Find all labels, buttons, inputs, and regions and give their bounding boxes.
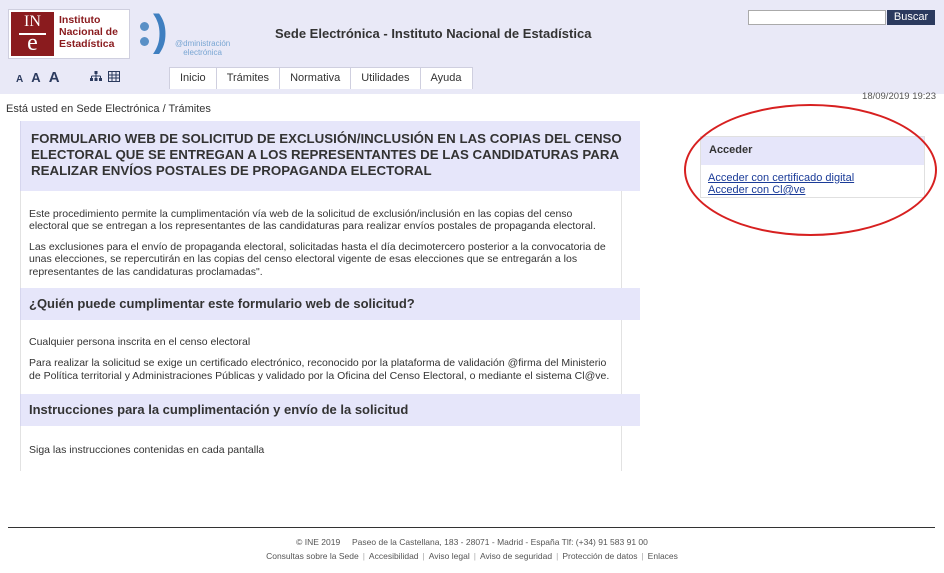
footer-link-aviso-seguridad[interactable]: Aviso de seguridad	[480, 551, 552, 561]
footer-sep: |	[473, 551, 476, 561]
search-button[interactable]: Buscar	[887, 10, 935, 25]
admin-logo-line-1: @dministración	[175, 39, 231, 48]
who-heading: ¿Quién puede cumplimentar este formulari…	[20, 288, 640, 321]
footer-link-proteccion-datos[interactable]: Protección de datos	[562, 551, 637, 561]
ine-logo[interactable]: IN e Instituto Nacional de Estadística	[8, 9, 130, 59]
intro-section: Este procedimiento permite la cumpliment…	[20, 191, 622, 289]
instructions-heading: Instrucciones para la cumplimentación y …	[20, 394, 640, 427]
intro-paragraph-2: Las exclusiones para el envío de propaga…	[29, 240, 606, 278]
ine-logo-mark: IN e	[11, 12, 54, 56]
search-input[interactable]	[748, 10, 886, 25]
font-size-large-button[interactable]: A	[49, 69, 60, 86]
footer-link-consultas[interactable]: Consultas sobre la Sede	[266, 551, 359, 561]
page-title: FORMULARIO WEB DE SOLICITUD DE EXCLUSIÓN…	[20, 121, 640, 191]
logo-line-1: Instituto	[59, 14, 101, 26]
logo-mark-bottom: e	[27, 30, 38, 56]
site-title: Sede Electrónica - Instituto Nacional de…	[275, 26, 592, 41]
main-nav: Inicio Trámites Normativa Utilidades Ayu…	[169, 67, 473, 89]
main-content: FORMULARIO WEB DE SOLICITUD DE EXCLUSIÓN…	[20, 121, 640, 471]
logo-mark-top: IN	[24, 13, 41, 30]
footer-divider	[8, 527, 935, 528]
font-size-small-button[interactable]: A	[16, 74, 23, 85]
sitemap-icon[interactable]	[90, 71, 102, 82]
admin-logo-line-2: electrónica	[183, 48, 222, 57]
who-paragraph-2: Para realizar la solicitud se exige un c…	[29, 357, 610, 382]
tab-inicio[interactable]: Inicio	[169, 67, 217, 89]
datetime: 18/09/2019 19:23	[862, 91, 936, 102]
footer-sep: |	[362, 551, 365, 561]
logo-text: Instituto Nacional de Estadística	[59, 14, 118, 50]
who-paragraph-1: Cualquier persona inscrita en el censo e…	[29, 336, 251, 349]
administracion-electronica-logo[interactable]: ) @dministración electrónica	[137, 6, 242, 61]
intro-paragraph-1: Este procedimiento permite la cumpliment…	[29, 208, 596, 233]
instructions-paragraph: Siga las instrucciones contenidas en cad…	[29, 444, 265, 457]
footer-address: © INE 2019 Paseo de la Castellana, 183 -…	[296, 537, 648, 547]
font-size-medium-button[interactable]: A	[31, 70, 40, 85]
breadcrumb-separator: /	[162, 103, 166, 115]
tab-normativa[interactable]: Normativa	[279, 67, 352, 89]
footer-link-enlaces[interactable]: Enlaces	[648, 551, 678, 561]
smile-paren-icon: )	[153, 6, 168, 55]
instructions-section: Siga las instrucciones contenidas en cad…	[20, 426, 622, 471]
highlight-annotation	[684, 104, 937, 236]
footer-link-aviso-legal[interactable]: Aviso legal	[429, 551, 470, 561]
header: IN e Instituto Nacional de Estadística )…	[0, 0, 944, 94]
keyboard-icon[interactable]	[108, 71, 120, 82]
footer-links: Consultas sobre la Sede | Accesibilidad | Av…	[0, 551, 944, 561]
admin-logo-text: @dministración electrónica	[175, 39, 230, 57]
logo-dot	[140, 22, 149, 31]
breadcrumb-current: Trámites	[168, 103, 211, 115]
who-section: Cualquier persona inscrita en el censo e…	[20, 320, 622, 395]
logo-line-3: Estadística	[59, 38, 115, 50]
tab-tramites[interactable]: Trámites	[215, 67, 281, 89]
logo-line-2: Nacional de	[59, 26, 118, 38]
footer-link-accesibilidad[interactable]: Accesibilidad	[369, 551, 419, 561]
breadcrumb-home[interactable]: Sede Electrónica	[76, 103, 159, 115]
font-size-controls: A A A	[16, 69, 65, 86]
breadcrumb: Está usted en Sede Electrónica / Trámite…	[6, 103, 211, 115]
footer-sep: |	[556, 551, 559, 561]
footer-sep: |	[641, 551, 644, 561]
tab-utilidades[interactable]: Utilidades	[350, 67, 421, 89]
footer-sep: |	[422, 551, 425, 561]
tab-ayuda[interactable]: Ayuda	[419, 67, 473, 89]
breadcrumb-prefix: Está usted en	[6, 103, 74, 115]
logo-dot	[140, 37, 149, 46]
